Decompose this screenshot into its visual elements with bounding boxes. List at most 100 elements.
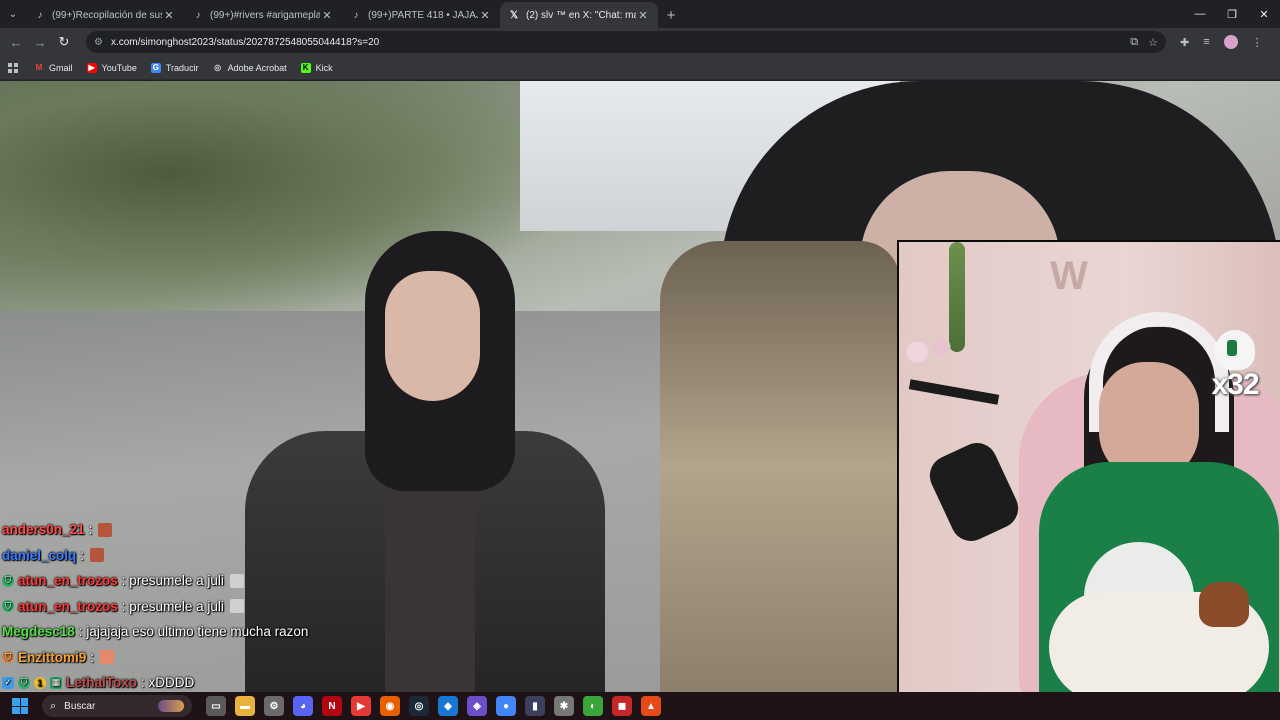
tiktok-icon: ♪ bbox=[37, 9, 43, 21]
cast-app-icon[interactable]: ▶ bbox=[351, 696, 371, 716]
chat-message: ⛉ Enzittomi9 : bbox=[2, 645, 422, 671]
extensions-icon[interactable]: ✚ bbox=[1180, 36, 1189, 49]
close-icon[interactable]: ✕ bbox=[636, 9, 650, 22]
settings-app-icon[interactable]: ⚙ bbox=[264, 696, 284, 716]
kick-icon: K bbox=[300, 62, 311, 73]
close-icon[interactable]: ✕ bbox=[320, 9, 334, 22]
bookmark-label: Traducir bbox=[165, 62, 199, 73]
gmail-icon: M bbox=[35, 63, 43, 72]
bookmark-label: Gmail bbox=[49, 62, 73, 73]
close-window-icon[interactable]: ✕ bbox=[1248, 0, 1280, 28]
chat-message: Megdesc18 : jajajaja eso ultimo tiene mu… bbox=[2, 624, 309, 640]
chat-message: ⛉ atun_en_trozos : presumele a juli bbox=[2, 594, 422, 620]
app-orange-icon[interactable]: ▲ bbox=[641, 696, 661, 716]
media-controls-icon[interactable]: ≡ bbox=[1203, 36, 1209, 48]
x-icon: 𝕏 bbox=[509, 9, 519, 21]
taskbar-apps: ▭ ▬ ⚙ ◕ N ▶ ◉ ◎ ◆ ◈ ● ▮ ✱ ◐ ◼ ▲ bbox=[206, 696, 661, 716]
bookmark-label: Adobe Acrobat bbox=[227, 62, 287, 73]
apps-grid-icon[interactable] bbox=[8, 62, 18, 73]
back-arrow-icon[interactable]: ← bbox=[4, 30, 28, 54]
gear-app-icon[interactable]: ✱ bbox=[554, 696, 574, 716]
app-red-icon[interactable]: ◼ bbox=[612, 696, 632, 716]
address-bar[interactable]: ⚙ x.com/simonghost2023/status/2027872548… bbox=[86, 31, 1166, 53]
moderator-shield-icon: ⛉ bbox=[18, 676, 30, 689]
orchid-flowers bbox=[899, 332, 959, 382]
close-icon[interactable]: ✕ bbox=[478, 9, 492, 22]
tab-2[interactable]: ♪ (99+)#rivers #arigameplays #d ✕ bbox=[184, 2, 342, 28]
counter-value: x32 bbox=[1211, 368, 1259, 401]
tab-search-chevron-icon[interactable]: ⌄ bbox=[0, 0, 26, 28]
bookmark-traducir[interactable]: G Traducir bbox=[150, 62, 199, 73]
chat-message: ⛉ atun_en_trozos : presumele a juli bbox=[2, 568, 422, 594]
bookmark-label: Kick bbox=[315, 62, 333, 73]
chat-username: anders0n_21 bbox=[2, 522, 85, 538]
tab-4-active[interactable]: 𝕏 (2) slv ™ en X: "Chat: mary en u ✕ bbox=[500, 2, 658, 28]
steam-icon[interactable]: ◎ bbox=[409, 696, 429, 716]
forward-arrow-icon[interactable]: → bbox=[28, 30, 52, 54]
search-highlight-icon bbox=[158, 700, 184, 712]
site-info-icon[interactable]: ⚙ bbox=[94, 37, 103, 48]
chat-text: presumele a juli bbox=[129, 598, 224, 614]
tab-3[interactable]: ♪ (99+)PARTE 418 • JAJAJAJAJ ✕ bbox=[342, 2, 500, 28]
search-icon: ⌕ bbox=[50, 699, 57, 712]
windows-start-icon[interactable] bbox=[12, 698, 28, 714]
chat-message: ✓ ⛉ 1 ▦ LethalToxo : xDDDD bbox=[2, 670, 422, 692]
app-blue-icon[interactable]: ◆ bbox=[438, 696, 458, 716]
tiktok-icon: ♪ bbox=[195, 9, 201, 21]
reload-icon[interactable]: ↻ bbox=[52, 30, 76, 54]
chat-message: anders0n_21 : bbox=[2, 517, 422, 543]
url-text: x.com/simonghost2023/status/202787254805… bbox=[110, 36, 380, 48]
menu-kebab-icon[interactable]: ⋮ bbox=[1252, 36, 1263, 49]
bookmark-star-icon[interactable]: ☆ bbox=[1148, 36, 1158, 49]
emote-icon bbox=[229, 599, 244, 614]
youtube-icon: ▶ bbox=[86, 62, 97, 73]
new-tab-button[interactable]: + bbox=[658, 2, 684, 28]
tab-title: (99+)Recopilación de sustos en bbox=[52, 9, 162, 21]
stream-chat-overlay: anders0n_21 : daniel_colq : ⛉ atun_en_tr… bbox=[2, 517, 422, 692]
bookmark-kick[interactable]: K Kick bbox=[300, 62, 333, 73]
bookmark-gmail[interactable]: M Gmail bbox=[34, 63, 73, 73]
profile-avatar[interactable] bbox=[1223, 35, 1238, 49]
netflix-icon[interactable]: N bbox=[322, 696, 342, 716]
person-hood bbox=[600, 81, 1280, 692]
close-icon[interactable]: ✕ bbox=[162, 9, 176, 22]
chrome-icon[interactable]: ● bbox=[496, 696, 516, 716]
tab-1[interactable]: ♪ (99+)Recopilación de sustos en ✕ bbox=[26, 2, 184, 28]
translate-icon: G bbox=[150, 62, 161, 73]
emote-icon bbox=[90, 548, 105, 563]
bookmark-youtube[interactable]: ▶ YouTube bbox=[86, 62, 137, 73]
bookmark-adobe-acrobat[interactable]: ◎ Adobe Acrobat bbox=[213, 63, 287, 73]
tab-strip: ⌄ ♪ (99+)Recopilación de sustos en ✕ ♪ (… bbox=[0, 0, 1280, 28]
emote-icon bbox=[229, 573, 244, 588]
chat-username: LethalToxo bbox=[66, 675, 138, 691]
restore-icon[interactable]: ❐ bbox=[1216, 0, 1248, 28]
acrobat-icon: ◎ bbox=[214, 63, 222, 72]
discord-icon[interactable]: ◕ bbox=[293, 696, 313, 716]
alert-counter: x32 bbox=[1195, 330, 1275, 400]
chat-message: daniel_colq : bbox=[2, 543, 422, 569]
subscriber-shield-icon: ⛉ bbox=[2, 651, 14, 664]
bottle-icon bbox=[1215, 330, 1255, 370]
chat-username: Enzittomi9 bbox=[18, 649, 87, 665]
dog-ear bbox=[1199, 582, 1249, 627]
file-explorer-icon[interactable]: ▬ bbox=[235, 696, 255, 716]
moderator-shield-icon: ⛉ bbox=[2, 600, 14, 613]
task-view-icon[interactable]: ▭ bbox=[206, 696, 226, 716]
obs-app-icon[interactable]: ◈ bbox=[467, 696, 487, 716]
streamer-webcam: W x32 bbox=[897, 240, 1280, 692]
search-label: Buscar bbox=[64, 700, 96, 712]
chat-username: atun_en_trozos bbox=[18, 598, 118, 614]
firefox-icon[interactable]: ◉ bbox=[380, 696, 400, 716]
minimize-icon[interactable]: — bbox=[1184, 0, 1216, 28]
windows-taskbar: ⌕ Buscar ▭ ▬ ⚙ ◕ N ▶ ◉ ◎ ◆ ◈ ● ▮ ✱ ◐ ◼ ▲ bbox=[0, 692, 1280, 720]
chat-text: jajajaja eso ultimo tiene mucha razon bbox=[86, 624, 309, 640]
video-player[interactable]: anders0n_21 : daniel_colq : ⛉ atun_en_tr… bbox=[0, 81, 1280, 692]
chat-username: atun_en_trozos bbox=[18, 573, 118, 589]
app-green-icon[interactable]: ◐ bbox=[583, 696, 603, 716]
app-dark-icon[interactable]: ▮ bbox=[525, 696, 545, 716]
install-app-icon[interactable]: ⧉ bbox=[1130, 36, 1138, 49]
chat-text: xDDDD bbox=[148, 675, 195, 691]
verified-badge-icon: ✓ bbox=[2, 676, 14, 689]
taskbar-search[interactable]: ⌕ Buscar bbox=[42, 695, 192, 717]
chat-username: Megdesc18 bbox=[2, 624, 75, 640]
